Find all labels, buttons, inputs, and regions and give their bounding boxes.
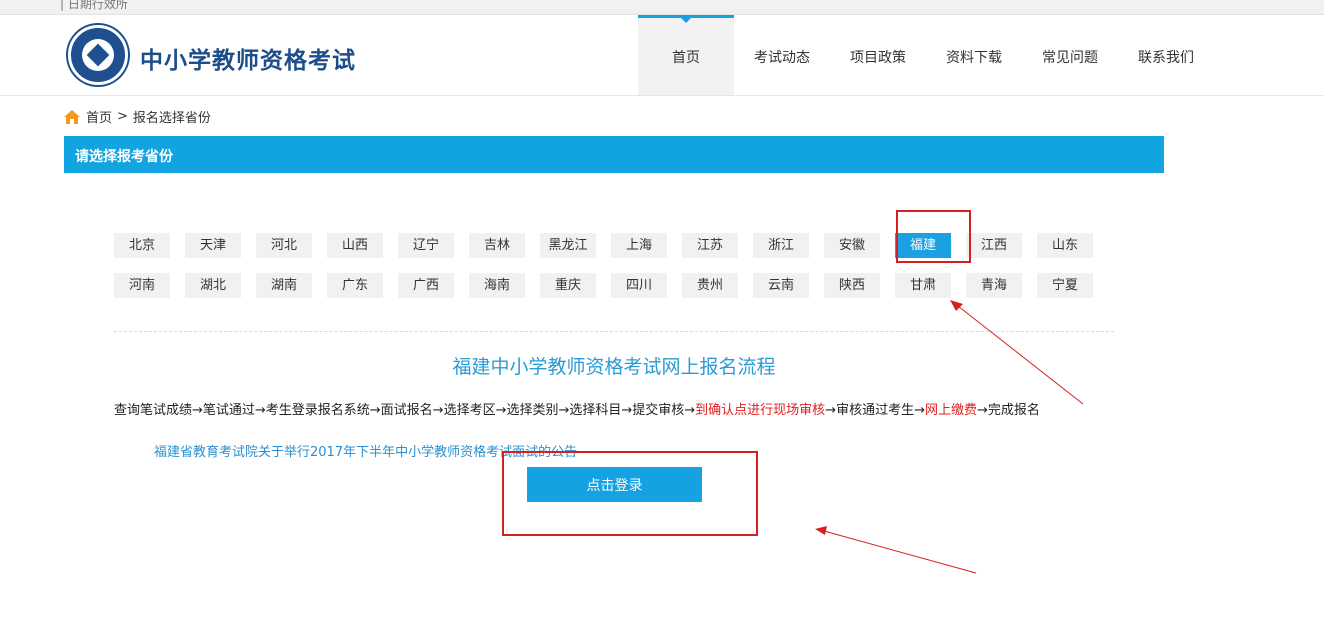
province-button[interactable]: 山东: [1037, 233, 1093, 258]
nav-item-downloads[interactable]: 资料下载: [926, 15, 1022, 95]
nav-item-contact[interactable]: 联系我们: [1118, 15, 1214, 95]
annotation-arrowhead: [950, 300, 963, 311]
panel-title: 请选择报考省份: [75, 149, 173, 165]
province-button[interactable]: 河南: [114, 273, 170, 298]
breadcrumb-home-link[interactable]: 首页: [86, 107, 112, 126]
nav-item-home[interactable]: 首页: [638, 15, 734, 95]
province-button[interactable]: 重庆: [540, 273, 596, 298]
province-button[interactable]: 安徽: [824, 233, 880, 258]
nav-item-faq[interactable]: 常见问题: [1022, 15, 1118, 95]
province-button[interactable]: 甘肃: [895, 273, 951, 298]
breadcrumb: 首页 > 报名选择省份: [64, 107, 211, 126]
annotation-arrowhead: [815, 526, 827, 535]
flow-highlight-online-payment: 网上缴费: [924, 403, 977, 418]
home-icon: [64, 109, 80, 124]
top-utility-bar: | 日期行效所: [0, 0, 1324, 15]
province-button[interactable]: 云南: [753, 273, 809, 298]
site-header: 中小学教师资格考试 首页 考试动态 项目政策 资料下载 常见问题 联系我们: [0, 15, 1324, 96]
main-nav: 首页 考试动态 项目政策 资料下载 常见问题 联系我们: [638, 15, 1214, 95]
annotation-arrow-line: [823, 530, 977, 574]
province-button[interactable]: 宁夏: [1037, 273, 1093, 298]
province-button[interactable]: 贵州: [682, 273, 738, 298]
province-button[interactable]: 湖北: [185, 273, 241, 298]
province-button[interactable]: 山西: [327, 233, 383, 258]
annotation-box-province: [896, 210, 971, 263]
logo-emblem-icon[interactable]: [68, 25, 128, 85]
province-button[interactable]: 上海: [611, 233, 667, 258]
flow-step-text: →完成报名: [976, 403, 1040, 418]
site-title[interactable]: 中小学教师资格考试: [140, 41, 356, 75]
province-button[interactable]: 江苏: [682, 233, 738, 258]
province-button[interactable]: 河北: [256, 233, 312, 258]
province-button[interactable]: 黑龙江: [540, 233, 596, 258]
province-button[interactable]: 广西: [398, 273, 454, 298]
province-button[interactable]: 青海: [966, 273, 1022, 298]
province-button[interactable]: 北京: [114, 233, 170, 258]
province-button[interactable]: 海南: [469, 273, 525, 298]
top-utility-text: | 日期行效所: [60, 0, 128, 11]
province-button[interactable]: 浙江: [753, 233, 809, 258]
province-button[interactable]: 广东: [327, 273, 383, 298]
flow-title: 福建中小学教师资格考试网上报名流程: [452, 356, 776, 378]
section-divider: [114, 331, 1114, 332]
province-button[interactable]: 四川: [611, 273, 667, 298]
breadcrumb-current: 报名选择省份: [132, 111, 211, 126]
province-button[interactable]: 湖南: [256, 273, 312, 298]
nav-item-policy[interactable]: 项目政策: [830, 15, 926, 95]
province-button[interactable]: 辽宁: [398, 233, 454, 258]
province-button[interactable]: 陕西: [824, 273, 880, 298]
nav-item-exam-news[interactable]: 考试动态: [734, 15, 830, 95]
province-panel-header: 请选择报考省份: [64, 136, 1164, 173]
province-button[interactable]: 吉林: [469, 233, 525, 258]
province-button[interactable]: 天津: [185, 233, 241, 258]
flow-step-text: 查询笔试成绩→笔试通过→考生登录报名系统→面试报名→选择考区→选择类别→选择科目…: [114, 403, 696, 418]
annotation-box-login: [502, 451, 758, 536]
breadcrumb-separator: >: [117, 109, 128, 124]
flow-steps: 查询笔试成绩→笔试通过→考生登录报名系统→面试报名→选择考区→选择类别→选择科目…: [114, 401, 1114, 420]
flow-step-text: →审核通过考生→: [825, 403, 925, 418]
flow-highlight-onsite-review: 到确认点进行现场审核: [695, 403, 826, 418]
province-button[interactable]: 江西: [966, 233, 1022, 258]
